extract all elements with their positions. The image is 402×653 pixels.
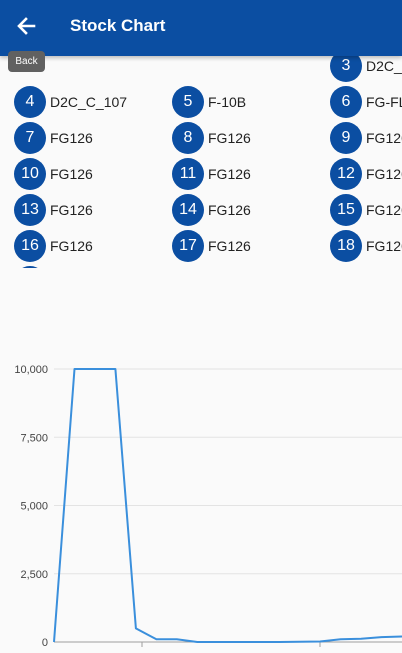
- legend-number-badge: 13: [14, 194, 46, 226]
- legend-label: FG126: [50, 130, 93, 146]
- legend-item[interactable]: 12FG126: [330, 158, 402, 190]
- legend-label: FG126: [50, 238, 93, 254]
- legend-label: FG126: [366, 202, 402, 218]
- legend-label: FG126: [50, 166, 93, 182]
- legend-label: FG126: [50, 202, 93, 218]
- legend-number-badge: 15: [330, 194, 362, 226]
- legend-number-badge: 10: [14, 158, 46, 190]
- legend-label: D2C_C_106: [366, 58, 402, 74]
- legend-number-badge: 16: [14, 230, 46, 262]
- legend-number-badge: 19: [14, 266, 46, 268]
- legend-number-badge: 5: [172, 86, 204, 118]
- legend-label: FG126: [208, 130, 251, 146]
- chart-svg: 10,000 7,500 5,000 2,500 0: [14, 364, 402, 649]
- legend-item[interactable]: 6FG-FL-MV-V00: [330, 86, 402, 118]
- legend-item[interactable]: 9FG126: [330, 122, 402, 154]
- back-tooltip: Back: [8, 51, 45, 72]
- legend-label: D2C_C_107: [50, 94, 128, 110]
- legend-item[interactable]: 8 FG126: [172, 122, 251, 154]
- legend-item[interactable]: 16 FG126: [14, 230, 93, 262]
- y-tick-label: 0: [42, 637, 48, 648]
- arrow-left-icon: [17, 17, 36, 35]
- y-tick-label: 10,000: [14, 364, 48, 376]
- stock-line-chart: 10,000 7,500 5,000 2,500 0: [0, 340, 402, 649]
- legend-number-badge: 9: [330, 122, 362, 154]
- legend-number-badge: 14: [172, 194, 204, 226]
- legend-item[interactable]: 15FG126: [330, 194, 402, 226]
- legend-item[interactable]: 7 FG126: [14, 122, 93, 154]
- legend-label: FG126: [208, 238, 251, 254]
- legend-label: FG-FL-MV-V00: [366, 94, 402, 110]
- legend-number-badge: 11: [172, 158, 204, 190]
- legend-item[interactable]: 13 FG126: [14, 194, 93, 226]
- chart-legend: 3D2C_C_1064D2C_C_1075F-10B6FG-FL-MV-V007…: [0, 48, 402, 268]
- legend-label: FG126: [208, 202, 251, 218]
- legend-number-badge: 12: [330, 158, 362, 190]
- legend-label: FG126: [366, 130, 402, 146]
- y-tick-label: 5,000: [20, 501, 48, 513]
- legend-item[interactable]: 11 FG126: [172, 158, 251, 190]
- legend-number-badge: 4: [14, 86, 46, 118]
- legend-label: F-10B: [208, 94, 247, 110]
- legend-label: FG126: [208, 166, 251, 182]
- back-button[interactable]: [10, 8, 42, 44]
- legend-item[interactable]: 17 FG126: [172, 230, 251, 262]
- legend-number-badge: 17: [172, 230, 204, 262]
- legend-number-badge: 18: [330, 230, 362, 262]
- legend-item[interactable]: 10 FG126: [14, 158, 93, 190]
- y-tick-label: 7,500: [20, 432, 48, 444]
- legend-label: FG126: [366, 238, 402, 254]
- legend-item[interactable]: 4 D2C_C_107: [14, 86, 127, 118]
- legend-number-badge: 6: [330, 86, 362, 118]
- app-bar: Stock Chart: [0, 0, 402, 56]
- legend-number-badge: 7: [14, 122, 46, 154]
- legend-item[interactable]: 14 FG126: [172, 194, 251, 226]
- legend-number-badge: 8: [172, 122, 204, 154]
- legend-item[interactable]: 18FG126: [330, 230, 402, 262]
- y-tick-label: 2,500: [20, 569, 48, 581]
- legend-label: FG126: [366, 166, 402, 182]
- page-title: Stock Chart: [70, 16, 166, 35]
- legend-item[interactable]: 19FG129: [14, 266, 93, 268]
- legend-item[interactable]: 5 F-10B: [172, 86, 246, 118]
